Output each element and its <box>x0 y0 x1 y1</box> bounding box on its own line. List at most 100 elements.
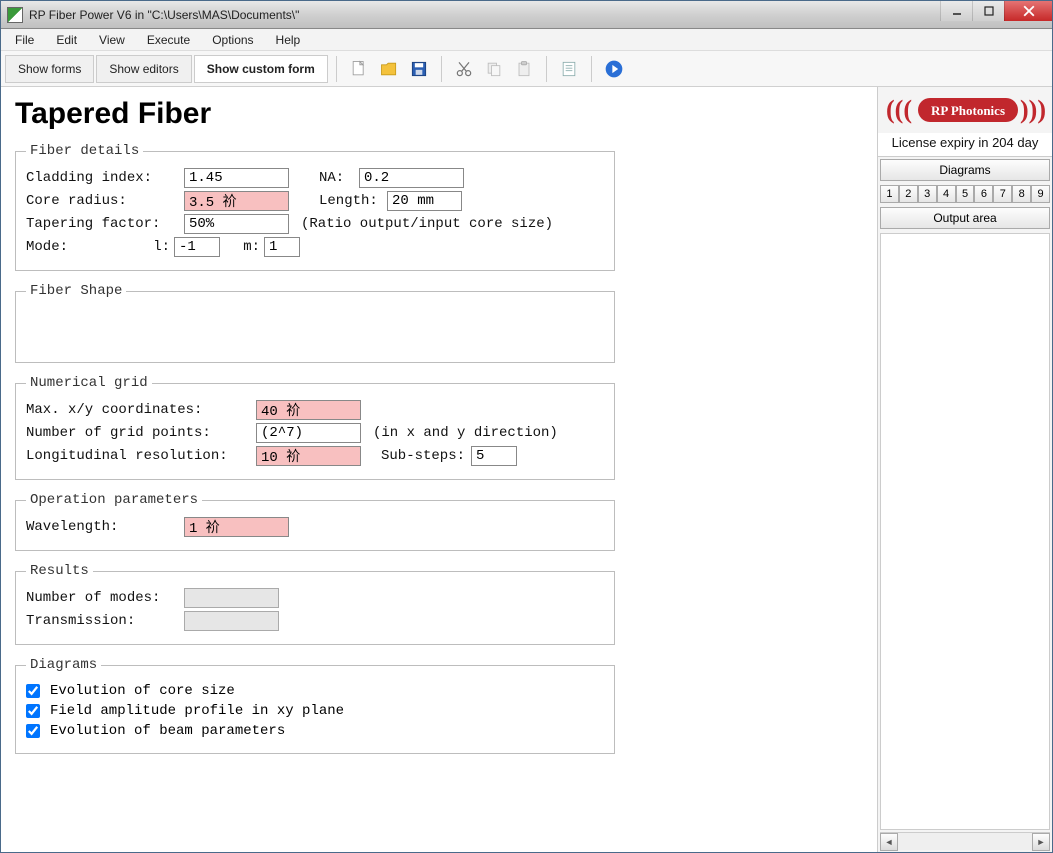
tapering-note: (Ratio output/input core size) <box>301 216 553 232</box>
cut-button[interactable] <box>450 55 478 83</box>
page-title: Tapered Fiber <box>15 97 863 131</box>
core-radius-input[interactable] <box>184 191 289 211</box>
menu-execute[interactable]: Execute <box>137 31 200 49</box>
copy-button[interactable] <box>480 55 508 83</box>
fiber-details-legend: Fiber details <box>26 143 143 159</box>
content-area: Tapered Fiber Fiber details Cladding ind… <box>1 87 1052 852</box>
grid-points-input[interactable] <box>256 423 361 443</box>
grid-points-label: Number of grid points: <box>26 425 256 441</box>
output-area <box>880 233 1050 830</box>
length-input[interactable] <box>387 191 462 211</box>
new-file-icon <box>349 59 369 79</box>
wavelength-input[interactable] <box>184 517 289 537</box>
menu-help[interactable]: Help <box>266 31 311 49</box>
results-group: Results Number of modes: Transmission: <box>15 563 615 645</box>
minimize-icon <box>952 6 962 16</box>
scroll-track[interactable] <box>898 833 1032 850</box>
tab-show-custom-form[interactable]: Show custom form <box>194 55 328 83</box>
menu-options[interactable]: Options <box>202 31 263 49</box>
window-controls <box>940 1 1052 21</box>
diagram-tab-6[interactable]: 6 <box>974 185 993 203</box>
diagram-tab-9[interactable]: 9 <box>1031 185 1050 203</box>
substeps-label: Sub-steps: <box>381 448 465 464</box>
tab-show-forms[interactable]: Show forms <box>5 55 94 83</box>
window-title: RP Fiber Power V6 in "C:\Users\MAS\Docum… <box>29 8 299 22</box>
close-icon <box>1023 5 1035 17</box>
numerical-grid-group: Numerical grid Max. x/y coordinates: Num… <box>15 375 615 480</box>
run-button[interactable] <box>600 55 628 83</box>
toolbar-separator <box>546 56 547 82</box>
cb-evolution-core[interactable] <box>26 684 40 698</box>
mode-l-label: l: <box>146 239 174 255</box>
save-button[interactable] <box>405 55 433 83</box>
longres-input[interactable] <box>256 446 361 466</box>
paste-button[interactable] <box>510 55 538 83</box>
app-icon <box>7 7 23 23</box>
diagram-tab-4[interactable]: 4 <box>937 185 956 203</box>
svg-text:(((: ((( <box>886 95 912 124</box>
output-area-button[interactable]: Output area <box>880 207 1050 229</box>
paste-icon <box>514 59 534 79</box>
horizontal-scrollbar[interactable]: ◄ ► <box>880 832 1050 850</box>
toolbar: Show forms Show editors Show custom form <box>1 51 1052 87</box>
open-file-button[interactable] <box>375 55 403 83</box>
menu-edit[interactable]: Edit <box>46 31 87 49</box>
na-input[interactable] <box>359 168 464 188</box>
side-panel: ((( RP Photonics ))) License expiry in 2… <box>877 87 1052 852</box>
diagram-tabs: 1 2 3 4 5 6 7 8 9 <box>878 183 1052 205</box>
diagrams-group: Diagrams Evolution of core size Field am… <box>15 657 615 754</box>
diagram-tab-2[interactable]: 2 <box>899 185 918 203</box>
wavelength-label: Wavelength: <box>26 519 184 535</box>
menu-file[interactable]: File <box>5 31 44 49</box>
maximize-button[interactable] <box>972 1 1004 21</box>
fiber-details-group: Fiber details Cladding index: NA: Core r… <box>15 143 615 271</box>
main-panel: Tapered Fiber Fiber details Cladding ind… <box>1 87 877 852</box>
modes-label: Number of modes: <box>26 590 184 606</box>
scroll-left-icon[interactable]: ◄ <box>880 833 898 851</box>
play-icon <box>604 59 624 79</box>
fiber-shape-group: Fiber Shape <box>15 283 615 363</box>
cb-evolution-core-label: Evolution of core size <box>50 683 235 699</box>
svg-text:))): ))) <box>1020 95 1046 124</box>
scroll-right-icon[interactable]: ► <box>1032 833 1050 851</box>
scissors-icon <box>454 59 474 79</box>
diagram-tab-5[interactable]: 5 <box>956 185 975 203</box>
minimize-button[interactable] <box>940 1 972 21</box>
diagrams-legend: Diagrams <box>26 657 101 673</box>
maximize-icon <box>984 6 994 16</box>
tab-show-editors[interactable]: Show editors <box>96 55 191 83</box>
diagrams-button[interactable]: Diagrams <box>880 159 1050 181</box>
cb-beam-params[interactable] <box>26 724 40 738</box>
mode-l-input[interactable] <box>174 237 220 257</box>
maxxy-label: Max. x/y coordinates: <box>26 402 256 418</box>
fiber-shape-legend: Fiber Shape <box>26 283 126 299</box>
close-button[interactable] <box>1004 1 1052 21</box>
mode-m-input[interactable] <box>264 237 300 257</box>
tapering-input[interactable] <box>184 214 289 234</box>
substeps-input[interactable] <box>471 446 517 466</box>
maxxy-input[interactable] <box>256 400 361 420</box>
operation-params-group: Operation parameters Wavelength: <box>15 492 615 551</box>
open-folder-icon <box>379 59 399 79</box>
diagram-tab-7[interactable]: 7 <box>993 185 1012 203</box>
copy-icon <box>484 59 504 79</box>
menubar: File Edit View Execute Options Help <box>1 29 1052 51</box>
new-file-button[interactable] <box>345 55 373 83</box>
diagram-tab-8[interactable]: 8 <box>1012 185 1031 203</box>
toolbar-separator <box>591 56 592 82</box>
diagram-tab-1[interactable]: 1 <box>880 185 899 203</box>
menu-view[interactable]: View <box>89 31 135 49</box>
mode-m-label: m: <box>240 239 264 255</box>
trans-label: Transmission: <box>26 613 184 629</box>
length-label: Length: <box>319 193 387 209</box>
toolbar-separator <box>336 56 337 82</box>
modes-output <box>184 588 279 608</box>
longres-label: Longitudinal resolution: <box>26 448 256 464</box>
save-icon <box>409 59 429 79</box>
cladding-index-input[interactable] <box>184 168 289 188</box>
cladding-index-label: Cladding index: <box>26 170 184 186</box>
document-button[interactable] <box>555 55 583 83</box>
diagram-tab-3[interactable]: 3 <box>918 185 937 203</box>
core-radius-label: Core radius: <box>26 193 184 209</box>
cb-field-profile[interactable] <box>26 704 40 718</box>
